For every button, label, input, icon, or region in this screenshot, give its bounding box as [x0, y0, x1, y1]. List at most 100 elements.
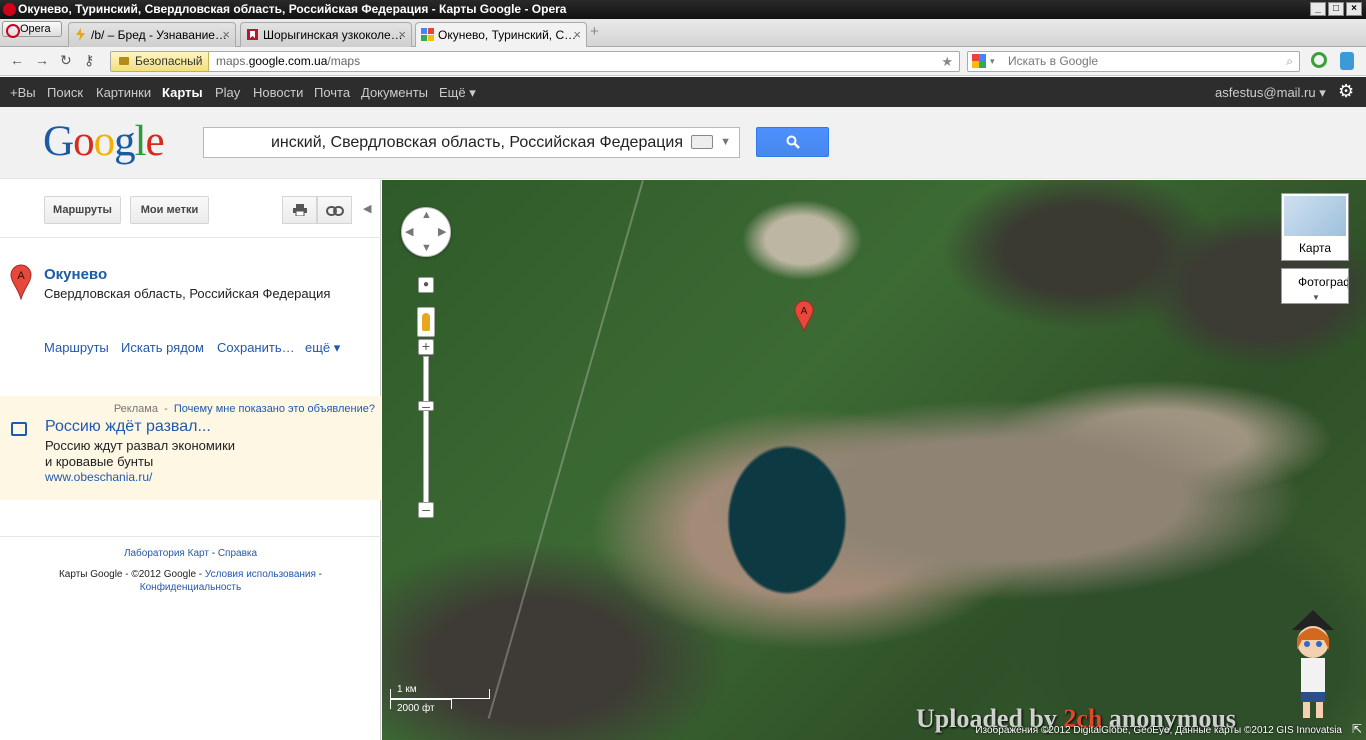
print-button[interactable]	[282, 196, 317, 224]
pan-up-icon[interactable]: ▲	[421, 209, 432, 221]
google-logo[interactable]: Google	[43, 117, 165, 166]
zoom-in-icon[interactable]: +	[418, 339, 434, 355]
nav-play[interactable]: Play	[215, 85, 240, 100]
google-search-engine-icon[interactable]	[972, 54, 986, 68]
maps-search-query: инский, Свердловская область, Российская…	[270, 134, 683, 151]
divider	[0, 237, 381, 238]
logo-letter: o	[93, 118, 115, 165]
maps-search-input[interactable]: инский, Свердловская область, Российская…	[203, 127, 740, 158]
tab-close-icon[interactable]: ×	[398, 23, 406, 47]
tab-label: Шорыгинская узкоколе…	[263, 28, 403, 42]
maps-labs-link[interactable]: Лаборатория Карт	[124, 548, 209, 559]
ad-line-2: и кровавые бунты	[45, 454, 154, 469]
search-button[interactable]	[756, 127, 829, 157]
turbo-icon[interactable]	[1311, 52, 1327, 68]
address-field[interactable]: Безопасный maps.google.com.ua/maps ★	[110, 51, 960, 72]
satellite-layer-button[interactable]: Фотограф ▼	[1281, 268, 1349, 304]
keyboard-icon[interactable]	[691, 135, 713, 149]
minimize-icon[interactable]: _	[1310, 2, 1326, 16]
satellite-map[interactable]: A ▲ ▼ ◀ ▶ ● + – – Карта Фотограф ▼ 1 км …	[382, 180, 1366, 740]
link-button[interactable]	[317, 196, 352, 224]
new-tab-icon[interactable]: +	[590, 23, 599, 40]
nav-news[interactable]: Новости	[253, 85, 303, 100]
action-routes[interactable]: Маршруты	[44, 340, 109, 355]
nav-plus-you[interactable]: +Вы	[10, 85, 36, 100]
engine-dropdown-icon[interactable]: ▾	[990, 52, 995, 71]
footer-sep: -	[315, 569, 323, 580]
logo-letter: l	[134, 118, 147, 165]
street-view-pegman-icon[interactable]	[417, 307, 435, 337]
url-text: maps.google.com.ua/maps	[216, 52, 360, 71]
action-search-nearby[interactable]: Искать рядом	[121, 340, 204, 355]
web-search-field[interactable]: ▾ Искать в Google ⌕	[967, 51, 1300, 72]
tab-label: Окунево, Туринский, С…	[438, 28, 577, 42]
nav-search[interactable]: Поиск	[47, 85, 83, 100]
tab-label: /b/ – Бред - Узнавание…	[91, 28, 227, 42]
marker-a-icon[interactable]: A	[10, 264, 32, 300]
extension-icon[interactable]	[1340, 52, 1354, 70]
tab-okunevo[interactable]: Окунево, Туринский, С… ×	[415, 22, 587, 47]
maximize-icon[interactable]: □	[1328, 2, 1344, 16]
search-icon[interactable]: ⌕	[1286, 52, 1293, 71]
ad-url[interactable]: www.obeschania.ru/	[45, 470, 152, 484]
place-name[interactable]: Окунево	[44, 266, 107, 283]
nav-maps[interactable]: Карты	[162, 85, 203, 100]
pan-control[interactable]: ▲ ▼ ◀ ▶	[401, 207, 451, 257]
ad-block: Реклама - Почему мне показано это объявл…	[0, 396, 381, 500]
resize-handle-icon[interactable]: ⇱	[1352, 722, 1362, 736]
url-host: google.com.ua	[248, 54, 328, 68]
close-icon[interactable]: ×	[1346, 2, 1362, 16]
map-road	[487, 180, 644, 719]
reset-view-icon[interactable]: ●	[418, 277, 434, 293]
lightning-icon	[76, 28, 85, 41]
ad-label-text: Реклама	[113, 403, 158, 415]
back-icon[interactable]: ←	[10, 52, 24, 68]
chevron-down-icon[interactable]: ▼	[720, 128, 731, 157]
ad-line-1: Россию ждут развал экономики	[45, 438, 236, 453]
pan-left-icon[interactable]: ◀	[405, 225, 413, 238]
nav-more[interactable]: Ещё ▾	[439, 85, 476, 101]
pan-right-icon[interactable]: ▶	[438, 225, 446, 238]
zoom-slider-thumb[interactable]: –	[418, 399, 434, 413]
window-title-bar: Окунево, Туринский, Свердловская область…	[0, 0, 1366, 19]
ad-title[interactable]: Россию ждёт развал...	[45, 418, 211, 436]
nav-docs[interactable]: Документы	[361, 85, 428, 100]
pan-down-icon[interactable]: ▼	[421, 242, 432, 254]
nav-mail[interactable]: Почта	[314, 85, 350, 100]
tab-bred[interactable]: /b/ – Бред - Узнавание… ×	[68, 22, 236, 47]
zoom-slider-track[interactable]	[423, 356, 429, 510]
ad-external-icon[interactable]	[11, 422, 27, 436]
tab-close-icon[interactable]: ×	[573, 23, 581, 47]
tab-close-icon[interactable]: ×	[222, 23, 230, 47]
privacy-link[interactable]: Конфиденциальность	[140, 582, 241, 593]
action-more[interactable]: ещё ▾	[305, 340, 340, 356]
my-places-button[interactable]: Мои метки	[130, 196, 209, 224]
ad-why-link[interactable]: Почему мне показано это объявление?	[174, 403, 375, 415]
forward-icon[interactable]: →	[35, 52, 49, 68]
security-badge[interactable]: Безопасный	[111, 52, 209, 71]
nav-images[interactable]: Картинки	[96, 85, 151, 100]
help-link[interactable]: Справка	[218, 548, 257, 559]
divider	[0, 536, 381, 537]
logo-letter: g	[114, 118, 135, 165]
tab-shorygino[interactable]: Шорыгинская узкоколе… ×	[240, 22, 412, 47]
collapse-panel-icon[interactable]: ◀	[363, 202, 371, 215]
scale-ft-label: 2000 фт	[397, 703, 435, 714]
action-save[interactable]: Сохранить…	[217, 340, 295, 355]
terms-link[interactable]: Условия использования	[205, 569, 316, 580]
map-layer-button[interactable]: Карта	[1281, 193, 1349, 261]
map-marker-a-icon[interactable]: A	[794, 300, 814, 332]
key-icon[interactable]: ⚷	[84, 52, 94, 69]
bookmark-star-icon[interactable]: ★	[941, 52, 953, 71]
account-menu[interactable]: asfestus@mail.ru ▾	[1215, 85, 1326, 101]
routes-button[interactable]: Маршруты	[44, 196, 121, 224]
zoom-out-icon[interactable]: –	[418, 502, 434, 518]
gear-icon[interactable]: ⚙	[1338, 81, 1354, 102]
opera-menu-button[interactable]: Opera	[2, 21, 62, 38]
reload-icon[interactable]: ↻	[60, 52, 72, 69]
security-label: Безопасный	[135, 54, 203, 68]
world-map-thumbnail	[1284, 196, 1346, 236]
opera-logo-icon	[3, 3, 16, 16]
map-marker-letter: A	[801, 306, 808, 317]
chevron-down-icon[interactable]: ▼	[1312, 293, 1320, 302]
